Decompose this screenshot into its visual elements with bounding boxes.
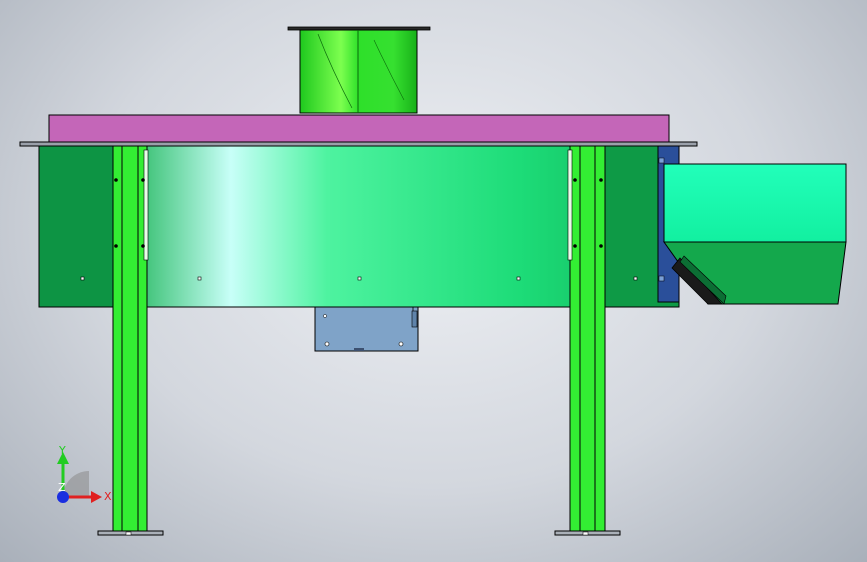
cad-model-view[interactable] xyxy=(0,0,867,562)
x-axis-arrowhead xyxy=(91,491,102,503)
outlet-duct[interactable] xyxy=(287,26,431,114)
x-axis-label: X xyxy=(104,490,112,503)
y-axis-label: Y xyxy=(58,444,66,457)
top-plate[interactable] xyxy=(19,114,698,147)
hopper[interactable] xyxy=(663,163,847,305)
coordinate-triad: Y X Z xyxy=(57,444,112,503)
motor-plate[interactable] xyxy=(314,306,419,352)
z-axis-label: Z xyxy=(58,481,66,494)
cad-viewport[interactable]: Y X Z xyxy=(0,0,867,562)
